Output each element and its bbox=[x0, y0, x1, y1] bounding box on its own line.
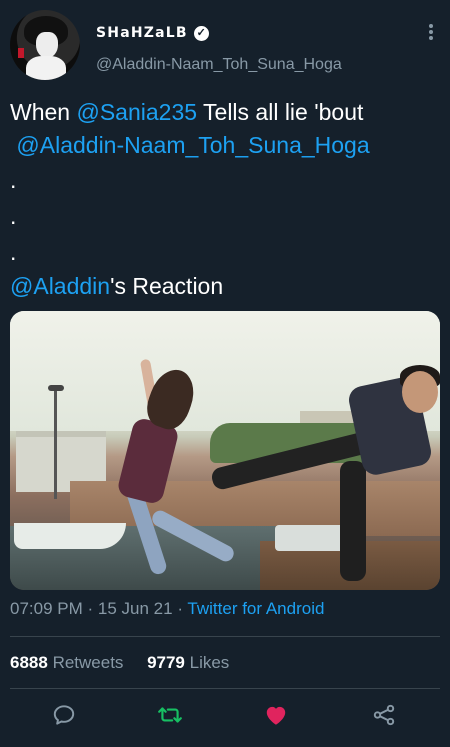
name-row: SHaHZaLB ✓ bbox=[96, 25, 209, 41]
tweet-dot: . bbox=[10, 167, 17, 193]
tweet-source-link[interactable]: Twitter for Android bbox=[187, 599, 324, 618]
user-handle[interactable]: @Aladdin-Naam_Toh_Suna_Hoga bbox=[96, 56, 342, 74]
retweets-label: Retweets bbox=[52, 653, 124, 672]
avatar[interactable] bbox=[10, 10, 80, 80]
meta-separator: · bbox=[87, 599, 94, 618]
divider bbox=[10, 688, 440, 689]
likes-count: 9779 bbox=[147, 653, 185, 672]
mention-link[interactable]: @Aladdin-Naam_Toh_Suna_Hoga bbox=[16, 132, 369, 158]
likes-label: Likes bbox=[189, 653, 230, 672]
reply-icon[interactable] bbox=[51, 702, 77, 728]
share-icon[interactable] bbox=[371, 702, 397, 728]
tweet-text-suffix: 's Reaction bbox=[110, 273, 224, 299]
tweet-time: 07:09 PM bbox=[10, 599, 83, 618]
tweet-meta: 07:09 PM · 15 Jun 21 · Twitter for Andro… bbox=[10, 599, 324, 619]
tweet-line-2: @Aladdin-Naam_Toh_Suna_Hoga bbox=[10, 129, 442, 162]
tweet-date: 15 Jun 21 bbox=[97, 599, 173, 618]
tweet-header: SHaHZaLB ✓ @Aladdin-Naam_Toh_Suna_Hoga bbox=[0, 0, 450, 90]
tweet-line-3: @Aladdin's Reaction bbox=[10, 270, 442, 303]
tweet-stats: 6888 Retweets 9779 Likes bbox=[10, 653, 229, 673]
tweet-actions bbox=[0, 698, 450, 732]
tweet-text-prefix: When bbox=[10, 99, 77, 125]
tweet-line-1: When @Sania235 Tells all lie 'bout bbox=[10, 96, 442, 129]
retweets-count: 6888 bbox=[10, 653, 48, 672]
tweet-text-suffix: Tells all lie 'bout bbox=[197, 99, 364, 125]
meta-separator: · bbox=[177, 599, 183, 618]
tweet-dot: . bbox=[10, 239, 17, 265]
divider bbox=[10, 636, 440, 637]
tweet-media-image[interactable] bbox=[10, 311, 440, 590]
display-name[interactable]: SHaHZaLB bbox=[96, 25, 188, 41]
tweet-dot: . bbox=[10, 203, 17, 229]
tweet-text: When @Sania235 Tells all lie 'bout @Alad… bbox=[10, 96, 442, 303]
more-options-icon[interactable] bbox=[426, 24, 436, 42]
mention-link[interactable]: @Sania235 bbox=[76, 99, 197, 125]
mention-link[interactable]: @Aladdin bbox=[10, 273, 110, 299]
retweets-stat[interactable]: 6888 Retweets bbox=[10, 653, 123, 672]
verified-badge-icon: ✓ bbox=[193, 25, 209, 41]
likes-stat[interactable]: 9779 Likes bbox=[147, 653, 229, 672]
retweet-icon[interactable] bbox=[157, 702, 183, 728]
like-icon[interactable] bbox=[263, 702, 289, 728]
